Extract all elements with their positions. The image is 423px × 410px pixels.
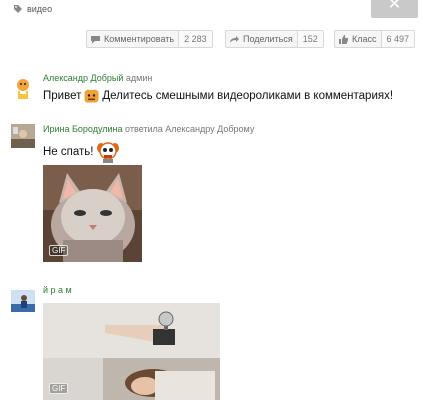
comment-text-after: Делитесь смешными видеороликами в коммен… — [102, 90, 394, 102]
close-button[interactable]: ✕ — [371, 0, 418, 18]
share-label: Поделиться — [243, 34, 293, 44]
reply-to[interactable]: ответила Александру Доброму — [125, 124, 254, 134]
avatar[interactable] — [11, 290, 35, 312]
author-name[interactable]: й р а м — [43, 285, 72, 295]
comment-count: 2 283 — [178, 31, 212, 47]
gif-badge: GIF — [49, 383, 69, 394]
author-name[interactable]: Ирина Бородулина — [43, 124, 123, 134]
thumbs-up-icon — [339, 34, 348, 44]
sleeping-gif-image — [43, 303, 220, 400]
like-button[interactable]: Класс 6 497 — [334, 30, 416, 48]
tag[interactable]: видео — [13, 4, 52, 14]
share-count: 152 — [296, 31, 323, 47]
share-button[interactable]: Поделиться 152 — [225, 30, 324, 48]
like-label: Класс — [352, 34, 377, 44]
avatar[interactable] — [11, 76, 35, 100]
cat-emoji-icon — [84, 89, 99, 103]
comment-text-before: Привет — [43, 90, 82, 102]
author-role: админ — [125, 73, 153, 83]
gif-badge: GIF — [49, 245, 69, 256]
tag-label: видео — [27, 4, 53, 14]
gif-image-kitten[interactable]: GIF — [43, 165, 142, 262]
comment-text: Не спать! — [43, 141, 120, 163]
like-count: 6 497 — [380, 31, 415, 47]
comment-text-value: Не спать! — [43, 146, 94, 158]
comment-text: Привет Делитесь смешными видеороликами в… — [43, 89, 393, 103]
dog-sticker-icon — [97, 142, 120, 163]
close-icon: ✕ — [387, 0, 402, 13]
top-bar: видео ✕ — [0, 0, 423, 28]
author-name[interactable]: Александр Добрый — [43, 73, 123, 83]
avatar[interactable] — [11, 124, 35, 148]
comment-icon — [91, 35, 100, 43]
share-icon — [230, 35, 239, 43]
gif-image-sleeping[interactable]: GIF — [43, 303, 220, 400]
comment-label: Комментировать — [104, 34, 175, 44]
tag-icon — [14, 5, 22, 13]
comment-button[interactable]: Комментировать 2 283 — [86, 30, 213, 48]
